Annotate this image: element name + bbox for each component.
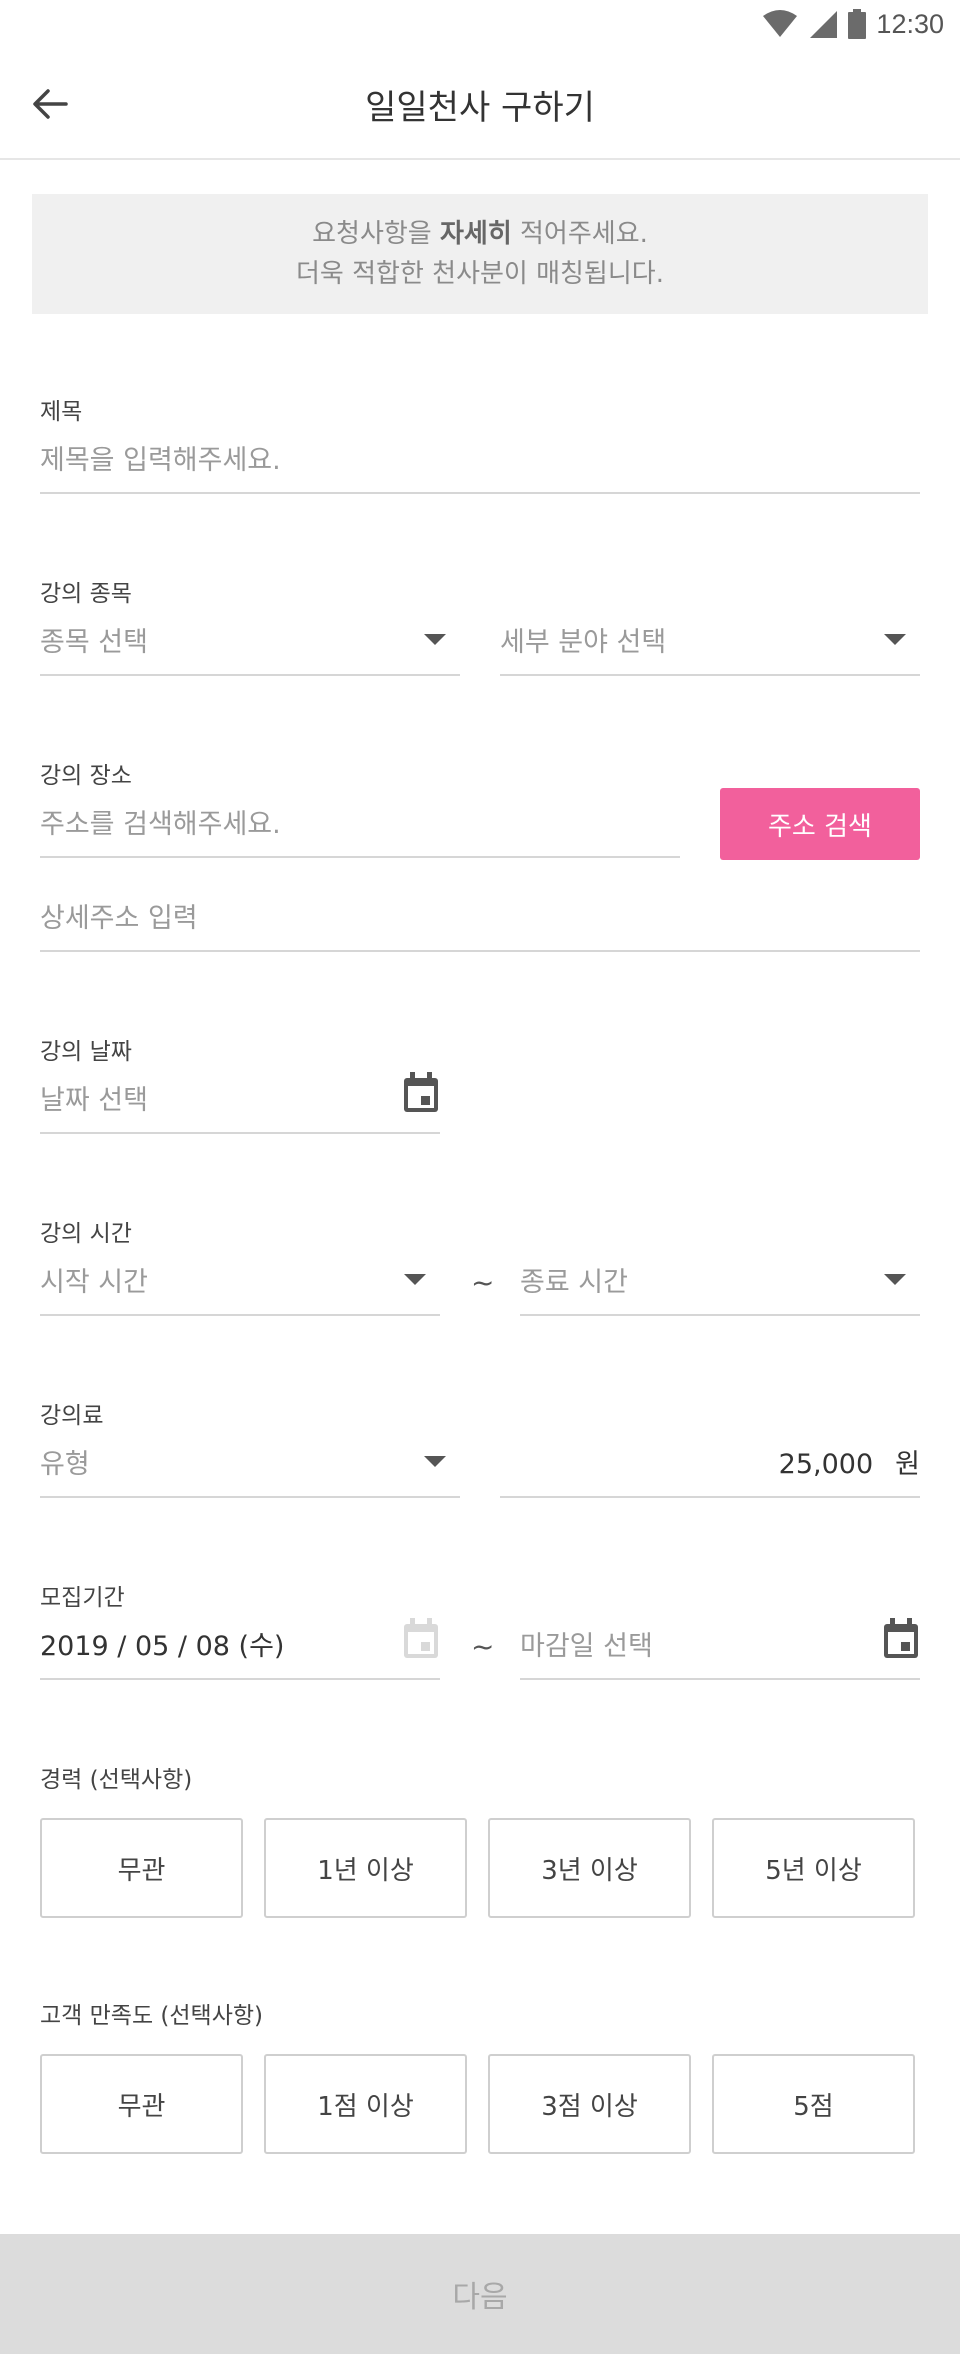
recruit-end-select[interactable]: 마감일 선택	[520, 1614, 920, 1680]
recruit-start-value: 2019 / 05 / 08 (수)	[40, 1631, 285, 1662]
notice-line-1: 요청사항을 자세히 적어주세요.	[32, 214, 928, 254]
subcategory-select[interactable]: 세부 분야 선택	[500, 610, 920, 676]
career-options: 무관 1년 이상 3년 이상 5년 이상	[40, 1818, 916, 1918]
satisfaction-option-any[interactable]: 무관	[40, 2054, 243, 2154]
satisfaction-option-5[interactable]: 5점	[712, 2054, 915, 2154]
calendar-icon	[404, 1618, 438, 1658]
dropdown-arrow-icon	[884, 634, 906, 645]
career-option-any[interactable]: 무관	[40, 1818, 243, 1918]
address-placeholder: 주소를 검색해주세요.	[40, 809, 281, 840]
start-time-select[interactable]: 시작 시간	[40, 1250, 440, 1316]
notice-banner: 요청사항을 자세히 적어주세요. 더욱 적합한 천사분이 매칭됩니다.	[32, 194, 928, 314]
fee-label: 강의료	[40, 1403, 104, 1429]
status-bar: 12:30	[0, 0, 960, 48]
dropdown-arrow-icon	[424, 634, 446, 645]
satisfaction-option-3[interactable]: 3점 이상	[488, 2054, 691, 2154]
recruit-label: 모집기간	[40, 1585, 125, 1611]
category-select[interactable]: 종목 선택	[40, 610, 460, 676]
satisfaction-options: 무관 1점 이상 3점 이상 5점	[40, 2054, 916, 2154]
app-bar: 일일천사 구하기	[0, 48, 960, 160]
notice-emphasis: 자세히	[439, 219, 512, 249]
location-label: 강의 장소	[40, 763, 132, 789]
battery-icon	[848, 9, 867, 39]
date-placeholder: 날짜 선택	[40, 1085, 148, 1116]
calendar-icon[interactable]	[402, 1072, 440, 1114]
address-input[interactable]: 주소를 검색해주세요.	[40, 792, 680, 858]
calendar-icon[interactable]	[882, 1618, 920, 1660]
page-title: 일일천사 구하기	[365, 88, 595, 128]
subcategory-placeholder: 세부 분야 선택	[500, 627, 667, 658]
career-option-3y[interactable]: 3년 이상	[488, 1818, 691, 1918]
address-search-button[interactable]: 주소 검색	[720, 788, 920, 860]
title-label: 제목	[40, 399, 83, 425]
end-time-select[interactable]: 종료 시간	[520, 1250, 920, 1316]
category-placeholder: 종목 선택	[40, 627, 148, 658]
dropdown-arrow-icon	[404, 1274, 426, 1285]
time-label: 강의 시간	[40, 1221, 132, 1247]
satisfaction-label: 고객 만족도 (선택사항)	[40, 2003, 264, 2029]
start-time-placeholder: 시작 시간	[40, 1267, 148, 1298]
category-label: 강의 종목	[40, 581, 132, 607]
signal-icon	[810, 11, 838, 38]
title-input[interactable]: 제목을 입력해주세요.	[40, 428, 920, 494]
detail-address-input[interactable]: 상세주소 입력	[40, 886, 920, 952]
dropdown-arrow-icon	[424, 1456, 446, 1467]
status-time: 12:30	[876, 8, 944, 39]
fee-amount: 25,000 원	[779, 1442, 920, 1481]
fee-type-select[interactable]: 유형	[40, 1432, 460, 1498]
notice-text: 요청사항을	[312, 219, 440, 249]
next-button[interactable]: 다음	[0, 2234, 960, 2354]
fee-amount-value: 25,000	[778, 1449, 874, 1480]
fee-unit: 원	[895, 1449, 920, 1480]
recruit-end-placeholder: 마감일 선택	[520, 1631, 653, 1662]
dropdown-arrow-icon	[884, 1274, 906, 1285]
date-label: 강의 날짜	[40, 1039, 132, 1065]
fee-amount-input[interactable]: 25,000 원	[500, 1432, 920, 1498]
end-time-placeholder: 종료 시간	[520, 1267, 628, 1298]
career-label: 경력 (선택사항)	[40, 1767, 193, 1793]
satisfaction-option-1[interactable]: 1점 이상	[264, 2054, 467, 2154]
career-option-5y[interactable]: 5년 이상	[712, 1818, 915, 1918]
title-placeholder: 제목을 입력해주세요.	[40, 445, 281, 476]
notice-text: 적어주세요.	[511, 219, 648, 249]
wifi-icon	[763, 10, 798, 37]
date-select[interactable]: 날짜 선택	[40, 1068, 440, 1134]
recruit-separator: ~	[471, 1630, 495, 1663]
time-separator: ~	[471, 1266, 495, 1299]
recruit-start-select[interactable]: 2019 / 05 / 08 (수)	[40, 1614, 440, 1680]
fee-type-placeholder: 유형	[40, 1449, 90, 1480]
detail-address-placeholder: 상세주소 입력	[40, 903, 198, 934]
status-icons: 12:30	[762, 6, 944, 42]
notice-line-2: 더욱 적합한 천사분이 매칭됩니다.	[296, 259, 664, 289]
career-option-1y[interactable]: 1년 이상	[264, 1818, 467, 1918]
